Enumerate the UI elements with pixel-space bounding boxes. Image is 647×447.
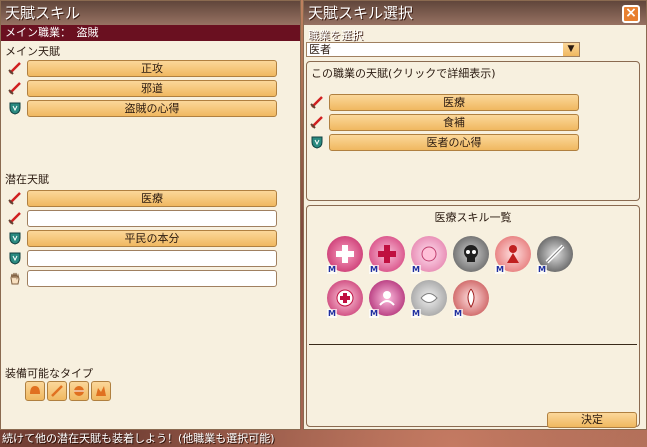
latent-slot-label[interactable]: 平民の本分 [27, 229, 277, 247]
job-talent-box: この職業の天賦(クリックで詳細表示) 医療 食補 医者の心得 [306, 61, 640, 201]
heal-orb-skill-icon[interactable]: M [411, 236, 447, 274]
cross-skill-icon[interactable]: M [369, 236, 405, 274]
skull-skill-icon[interactable] [453, 236, 489, 272]
equip-type-heading: 装備可能なタイプ [5, 367, 93, 380]
skill-divider [309, 344, 637, 345]
close-button[interactable]: × [622, 5, 640, 23]
flame-skill-icon[interactable]: M [453, 280, 489, 318]
latent-slot-4[interactable] [7, 249, 277, 267]
latent-slot-5[interactable] [7, 269, 277, 287]
main-job-label: メイン職業： 盗賊 [1, 25, 300, 41]
job-talent-3[interactable]: 医者の心得 [309, 133, 579, 151]
latent-talent-heading: 潜在天賦 [5, 173, 49, 186]
job-select-dropdown[interactable]: 医者 ▼ [306, 42, 580, 57]
job-talent-heading: この職業の天賦(クリックで詳細表示) [311, 67, 496, 80]
skill-list-heading: 医療スキル一覧 [434, 211, 512, 224]
left-title-bar: 天賦スキル [1, 1, 300, 25]
skill-level-badge: M [369, 265, 379, 274]
job-talent-label[interactable]: 食補 [329, 113, 579, 131]
job-select-value: 医者 [309, 43, 331, 56]
skill-list-box: 医療スキル一覧 M M M M M M M M M 決定 [306, 205, 640, 428]
sword-icon [47, 381, 67, 401]
latent-slot-3[interactable]: 平民の本分 [7, 229, 277, 247]
latent-slot-label[interactable] [27, 249, 277, 267]
sword-icon [309, 114, 325, 130]
shield-icon [309, 134, 325, 150]
skill-level-badge: M [327, 309, 337, 318]
sword-icon [309, 94, 325, 110]
shield-icon [7, 100, 23, 116]
job-talent-label[interactable]: 医療 [329, 93, 579, 111]
hand-icon [7, 270, 23, 286]
medical-skill-icon[interactable]: M [327, 236, 363, 274]
figure-skill-icon[interactable]: M [495, 236, 531, 274]
wind-skill-icon[interactable]: M [411, 280, 447, 318]
skill-level-badge: M [411, 265, 421, 274]
main-slot-2[interactable]: 邪道 [7, 79, 277, 97]
job-talent-2[interactable]: 食補 [309, 113, 579, 131]
skill-level-badge: M [453, 309, 463, 318]
job-select-label: 職業を選択 [308, 29, 363, 42]
chevron-down-icon[interactable]: ▼ [563, 43, 579, 56]
skill-level-badge: M [369, 309, 379, 318]
shield-icon [7, 250, 23, 266]
skill-level-badge: M [495, 265, 505, 274]
armor-icon [69, 381, 89, 401]
main-slot-3[interactable]: 盗賊の心得 [7, 99, 277, 117]
skill-level-badge: M [327, 265, 337, 274]
sword-icon [7, 210, 23, 226]
sword-icon [7, 190, 23, 206]
hint-message: 続けて他の潜在天賦も装着しよう！(他職業も選択可能) [2, 432, 275, 445]
skill-level-badge: M [411, 309, 421, 318]
latent-slot-label[interactable]: 医療 [27, 189, 277, 207]
helmet-icon [25, 381, 45, 401]
spirit-skill-icon[interactable]: M [369, 280, 405, 318]
skill-level-badge: M [537, 265, 547, 274]
job-talent-1[interactable]: 医療 [309, 93, 579, 111]
syringe-skill-icon[interactable]: M [537, 236, 573, 274]
right-title-bar: 天賦スキル選択 [304, 1, 646, 25]
equip-type-icons [25, 381, 113, 401]
close-icon: × [625, 5, 637, 21]
latent-slot-label[interactable] [27, 209, 277, 227]
main-talent-heading: メイン天賦 [5, 45, 60, 58]
main-slot-label[interactable]: 盗賊の心得 [27, 99, 277, 117]
decide-button[interactable]: 決定 [547, 412, 637, 428]
talent-skill-panel: 天賦スキル メイン職業： 盗賊 メイン天賦 正攻 邪道 盗賊の心得 潜在天賦 医… [0, 0, 301, 430]
medic-kit-skill-icon[interactable]: M [327, 280, 363, 318]
latent-slot-1[interactable]: 医療 [7, 189, 277, 207]
job-talent-label[interactable]: 医者の心得 [329, 133, 579, 151]
sword-icon [7, 60, 23, 76]
shield-icon [7, 230, 23, 246]
latent-slot-2[interactable] [7, 209, 277, 227]
latent-slot-label[interactable] [27, 269, 277, 287]
sword-icon [7, 80, 23, 96]
main-slot-1[interactable]: 正攻 [7, 59, 277, 77]
boots-icon [91, 381, 111, 401]
main-slot-label[interactable]: 邪道 [27, 79, 277, 97]
main-slot-label[interactable]: 正攻 [27, 59, 277, 77]
